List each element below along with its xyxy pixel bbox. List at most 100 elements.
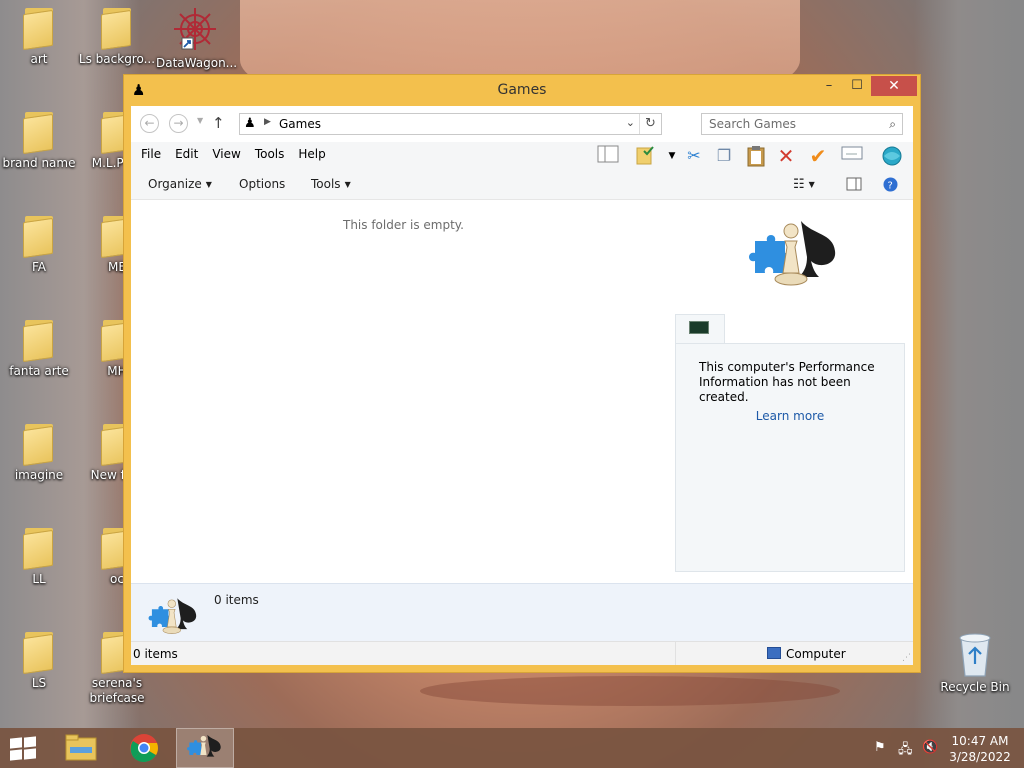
games-logo-icon — [749, 221, 836, 286]
desktop-icon-recycle-bin[interactable]: Recycle Bin — [936, 624, 1014, 695]
layout-pane-button[interactable] — [595, 145, 621, 167]
address-dropdown-icon[interactable]: ⌄ — [626, 116, 635, 129]
status-bar: 0 items Computer ⋰ — [131, 641, 913, 665]
performance-monitor-icon — [689, 321, 709, 334]
volume-muted-icon[interactable]: 🔇 — [922, 740, 938, 755]
desktop-icon-ll[interactable]: LL — [0, 520, 78, 587]
options-button[interactable]: Options — [239, 177, 285, 191]
games-explorer-window: ♟ Games – ☐ ✕ ← → ▼ ↑ ♟ ▶ Games ⌄ ↻ ⌕ — [123, 74, 921, 673]
taskbar-games[interactable] — [176, 728, 234, 768]
menu-tools[interactable]: Tools — [248, 147, 292, 161]
folder-icon — [23, 6, 55, 51]
help-button[interactable]: ? — [883, 177, 898, 195]
performance-tab[interactable] — [675, 314, 725, 344]
forward-button[interactable]: → — [169, 114, 188, 133]
minimize-button[interactable]: – — [815, 76, 843, 96]
desktop-icon-label: imagine — [14, 468, 64, 482]
help-icon: ? — [883, 177, 898, 192]
copy-icon[interactable]: ❐ — [711, 145, 737, 167]
breadcrumb-games[interactable]: Games — [279, 117, 321, 131]
menu-toolbar-row: File Edit View Tools Help ▼ ✂ ❐ ✕ ✔ — [131, 142, 913, 170]
learn-more-link[interactable]: Learn more — [676, 409, 904, 423]
desktop-icon-label: DataWagon... — [156, 56, 238, 70]
svg-text:?: ? — [888, 181, 893, 192]
status-location: Computer — [767, 647, 846, 661]
menu-file[interactable]: File — [134, 147, 168, 161]
desktop-icon-label: FA — [31, 260, 46, 274]
maximize-button[interactable]: ☐ — [843, 76, 871, 96]
clock-date: 3/28/2022 — [949, 750, 1011, 764]
performance-panel: This computer's Performance Information … — [675, 343, 905, 572]
refresh-button[interactable]: ↻ — [639, 114, 661, 134]
system-clock[interactable]: 10:47 AM 3/28/2022 — [944, 733, 1016, 765]
start-button[interactable] — [10, 736, 38, 761]
network-globe-icon[interactable] — [879, 145, 905, 167]
delete-icon[interactable]: ✕ — [773, 145, 799, 167]
menu-view[interactable]: View — [205, 147, 247, 161]
games-icon — [187, 734, 221, 757]
folder-icon — [23, 110, 55, 155]
title-bar[interactable]: ♟ Games – ☐ ✕ — [124, 75, 920, 106]
desktop-icon-imagine[interactable]: imagine — [0, 416, 78, 483]
desktop-icon-fa[interactable]: FA — [0, 208, 78, 275]
file-explorer-icon — [65, 734, 97, 761]
wallpaper-mouth — [420, 676, 840, 706]
breadcrumb-chevron-icon[interactable]: ▶ — [264, 117, 271, 127]
pane-layout-icon — [597, 145, 619, 163]
desktop-icon-label: LL — [32, 572, 46, 586]
preview-pane-button[interactable] — [846, 177, 862, 194]
address-bar[interactable]: ♟ ▶ Games ⌄ ↻ — [239, 113, 662, 135]
desktop-icon-label: Ls backgro... — [78, 52, 156, 66]
chrome-icon — [130, 734, 158, 763]
desktop-icon-art[interactable]: art — [0, 0, 78, 67]
desktop-icon-fanta-arte[interactable]: fanta arte — [0, 312, 78, 379]
window-title: Games — [497, 82, 547, 98]
chevron-down-icon: ▼ — [344, 180, 351, 189]
empty-folder-message: This folder is empty. — [343, 218, 464, 232]
menu-edit[interactable]: Edit — [168, 147, 205, 161]
folder-icon — [23, 526, 55, 571]
folder-icon — [23, 630, 55, 675]
back-button[interactable]: ← — [140, 114, 159, 133]
search-box[interactable]: ⌕ — [701, 113, 903, 135]
folder-check-icon — [636, 146, 654, 165]
desktop-icon-label: art — [30, 52, 48, 66]
up-button[interactable]: ↑ — [212, 114, 225, 132]
taskbar-chrome[interactable] — [115, 728, 173, 768]
folder-options-button[interactable] — [633, 145, 659, 167]
desktop-icon-label: Recycle Bin — [940, 680, 1010, 694]
checkmark-icon[interactable]: ✔ — [805, 145, 831, 167]
organize-button[interactable]: Organize ▼ — [148, 177, 212, 191]
details-item-count: 0 items — [214, 593, 259, 607]
menu-help[interactable]: Help — [291, 147, 332, 161]
desktop-icon-ls-backgrounds[interactable]: Ls backgro... — [78, 0, 156, 67]
desktop-icon-label: fanta arte — [9, 364, 69, 378]
properties-icon[interactable] — [839, 145, 865, 167]
cut-icon[interactable]: ✂ — [681, 145, 707, 167]
games-icon: ♟ — [244, 116, 256, 131]
taskbar-file-explorer[interactable] — [52, 728, 110, 768]
desktop-icon-label: LS — [31, 676, 47, 690]
search-icon[interactable]: ⌕ — [889, 117, 896, 132]
folder-icon — [23, 318, 55, 363]
recent-locations-chevron-icon[interactable]: ▼ — [197, 116, 203, 125]
menu-bar: File Edit View Tools Help — [134, 147, 333, 161]
view-options-icon[interactable]: ☷ ▼ — [793, 177, 815, 192]
search-input[interactable] — [702, 114, 872, 134]
desktop-icon-brand-name[interactable]: brand name — [0, 104, 78, 171]
command-bar: Organize ▼ Options Tools ▼ ☷ ▼ ? — [131, 170, 913, 200]
desktop-icon-ls[interactable]: LS — [0, 624, 78, 691]
computer-icon — [767, 647, 781, 659]
resize-grip[interactable]: ⋰ — [902, 653, 911, 663]
clock-time: 10:47 AM — [951, 734, 1009, 748]
games-logo-icon — [148, 598, 197, 634]
tools-button[interactable]: Tools ▼ — [311, 177, 351, 191]
recycle-bin-icon — [959, 633, 991, 677]
paste-icon[interactable] — [743, 145, 769, 167]
file-list-area[interactable]: This folder is empty. This computer's Pe… — [131, 201, 913, 583]
network-icon[interactable]: 🖧 — [898, 740, 913, 762]
close-button[interactable]: ✕ — [871, 76, 917, 96]
action-center-flag-icon[interactable]: ⚑ — [874, 740, 886, 755]
desktop-icon-label: serena's briefcase — [89, 676, 145, 705]
desktop-icon-datawagon[interactable]: DataWagon... — [156, 0, 238, 71]
